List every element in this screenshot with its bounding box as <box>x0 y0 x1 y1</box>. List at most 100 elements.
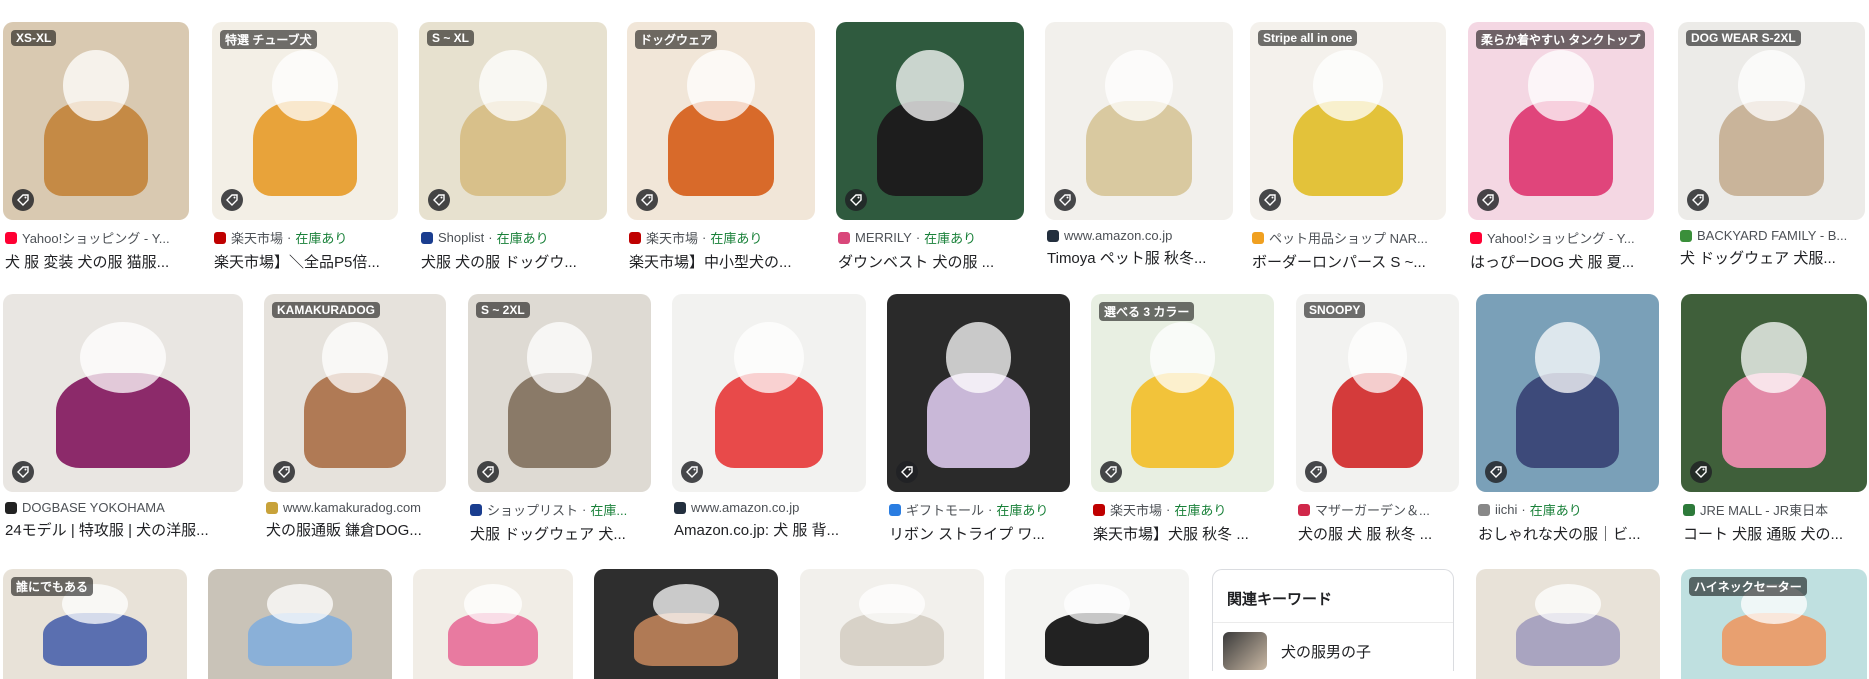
thumbnail[interactable]: ハイネックセーター <box>1681 569 1867 679</box>
source-name: BACKYARD FAMILY - B... <box>1697 228 1848 243</box>
thumbnail[interactable] <box>672 294 866 492</box>
result-title[interactable]: 犬服 ドッグウェア 犬... <box>470 523 651 544</box>
overlay-text: 誰にでもある <box>11 577 94 596</box>
shopping-tag-icon <box>636 189 658 211</box>
stock-status: 在庫あり <box>295 231 348 246</box>
photo <box>208 569 392 679</box>
site-favicon-icon <box>266 501 278 514</box>
source-line: iichi · 在庫あり <box>1478 500 1659 519</box>
source-line: ペット用品ショップ NAR... <box>1252 228 1446 247</box>
thumbnail[interactable]: DOG WEAR S-2XL <box>1678 22 1865 220</box>
thumbnail[interactable]: Stripe all in one <box>1250 22 1446 220</box>
thumbnail[interactable] <box>800 569 984 679</box>
result-title[interactable]: 楽天市場】＼全品P5倍... <box>214 251 398 272</box>
thumbnail[interactable] <box>1045 22 1233 220</box>
site-favicon-icon <box>838 231 850 244</box>
source-name: ギフトモール <box>906 503 985 518</box>
thumbnail[interactable]: 特選 チューブ犬 <box>212 22 398 220</box>
dog-head-shape <box>858 584 926 624</box>
site-favicon-icon <box>1252 231 1264 244</box>
result-title[interactable]: 犬の服 犬 服 秋冬 ... <box>1298 523 1459 544</box>
thumbnail[interactable]: 誰にでもある <box>3 569 187 679</box>
related-keywords-heading: 関連キーワード <box>1227 591 1333 608</box>
stock-status: 在庫あり <box>710 231 763 246</box>
dog-head-shape <box>271 49 339 121</box>
thumbnail[interactable] <box>3 294 243 492</box>
overlay-text: S ~ 2XL <box>476 302 530 318</box>
overlay-text: ハイネックセーター <box>1689 577 1807 596</box>
result-title[interactable]: 犬の服通販 鎌倉DOG... <box>266 519 446 540</box>
source-line: BACKYARD FAMILY - B... <box>1680 228 1865 243</box>
result-title[interactable]: はっぴーDOG 犬 服 夏... <box>1470 251 1654 272</box>
thumbnail[interactable] <box>836 22 1024 220</box>
photo <box>1091 294 1274 492</box>
thumbnail[interactable] <box>1476 569 1660 679</box>
dog-head-shape <box>1063 584 1131 624</box>
source-line: ギフトモール · 在庫あり <box>889 500 1070 519</box>
source-name: 楽天市場 <box>646 231 699 246</box>
result-title[interactable]: 犬 服 変装 犬の服 猫服... <box>5 251 189 272</box>
overlay-text: 柔らか着やすい タンクトップ <box>1476 30 1646 49</box>
result-title[interactable]: コート 犬服 通販 犬の... <box>1683 523 1867 544</box>
shopping-tag-icon <box>845 189 867 211</box>
result-title[interactable]: Amazon.co.jp: 犬 服 背... <box>674 519 866 540</box>
result-title[interactable]: ボーダーロンパース S ~... <box>1252 251 1446 272</box>
result-title[interactable]: リボン ストライプ ワ... <box>889 523 1070 544</box>
source-name: ペット用品ショップ NAR... <box>1269 231 1428 246</box>
dog-head-shape <box>1105 49 1173 121</box>
result-title[interactable]: ダウンベスト 犬の服 ... <box>838 251 1024 272</box>
source-line: www.kamakuradog.com <box>266 500 446 515</box>
result-title[interactable]: 犬服 犬の服 ドッグウ... <box>421 251 607 272</box>
stock-status: 在庫あり <box>1529 503 1582 518</box>
result-title[interactable]: おしゃれな犬の服｜ビ... <box>1478 523 1659 544</box>
thumbnail[interactable] <box>208 569 392 679</box>
dog-head-shape <box>1534 321 1601 393</box>
dog-head-shape <box>1534 584 1602 624</box>
result-title[interactable]: 24モデル | 特攻服 | 犬の洋服... <box>5 519 243 540</box>
thumbnail[interactable]: SNOOPY <box>1296 294 1459 492</box>
separator-dot: · <box>488 230 493 245</box>
related-keyword-label: 犬の服男の子 <box>1281 643 1372 661</box>
thumbnail[interactable] <box>887 294 1070 492</box>
thumbnail[interactable]: XS-XL <box>3 22 189 220</box>
thumbnail[interactable]: 柔らか着やすい タンクトップ <box>1468 22 1654 220</box>
site-favicon-icon <box>5 501 17 514</box>
overlay-text: 選べる 3 カラー <box>1099 302 1195 321</box>
source-name: Shoplist <box>438 230 485 245</box>
source-name: マザーガーデン＆... <box>1315 503 1430 518</box>
result-title[interactable]: Timoya ペット服 秋冬... <box>1047 247 1233 268</box>
thumbnail[interactable]: KAMAKURADOG <box>264 294 446 492</box>
source-name: Yahoo!ショッピング - Y... <box>1487 231 1635 246</box>
related-keyword-thumbnail <box>1223 632 1267 670</box>
result-title[interactable]: 楽天市場】犬服 秋冬 ... <box>1093 523 1274 544</box>
site-favicon-icon <box>1680 229 1692 242</box>
thumbnail[interactable]: S ~ XL <box>419 22 607 220</box>
separator-dot: · <box>582 502 587 517</box>
related-keyword-item[interactable]: 犬の服男の子 <box>1223 632 1371 670</box>
source-name: MERRILY <box>855 230 912 245</box>
thumbnail[interactable] <box>1681 294 1867 492</box>
source-name: DOGBASE YOKOHAMA <box>22 500 165 515</box>
site-favicon-icon <box>5 231 17 244</box>
thumbnail[interactable] <box>1476 294 1659 492</box>
dog-head-shape <box>479 49 547 121</box>
photo <box>836 22 1024 220</box>
photo <box>672 294 866 492</box>
source-name: Yahoo!ショッピング - Y... <box>22 231 170 246</box>
source-line: 楽天市場 · 在庫あり <box>629 228 815 247</box>
thumbnail[interactable]: ドッグウェア <box>627 22 815 220</box>
dog-head-shape <box>1740 321 1808 393</box>
photo <box>1005 569 1189 679</box>
result-title[interactable]: 犬 ドッグウェア 犬服... <box>1680 247 1865 268</box>
thumbnail[interactable] <box>594 569 778 679</box>
thumbnail[interactable]: S ~ 2XL <box>468 294 651 492</box>
overlay-text: ドッグウェア <box>635 30 718 49</box>
stock-status: 在庫... <box>590 503 628 518</box>
thumbnail[interactable] <box>413 569 573 679</box>
thumbnail[interactable]: 選べる 3 カラー <box>1091 294 1274 492</box>
dog-head-shape <box>526 321 593 393</box>
result-title[interactable]: 楽天市場】中小型犬の... <box>629 251 815 272</box>
shopping-tag-icon <box>12 461 34 483</box>
site-favicon-icon <box>470 503 482 516</box>
thumbnail[interactable] <box>1005 569 1189 679</box>
